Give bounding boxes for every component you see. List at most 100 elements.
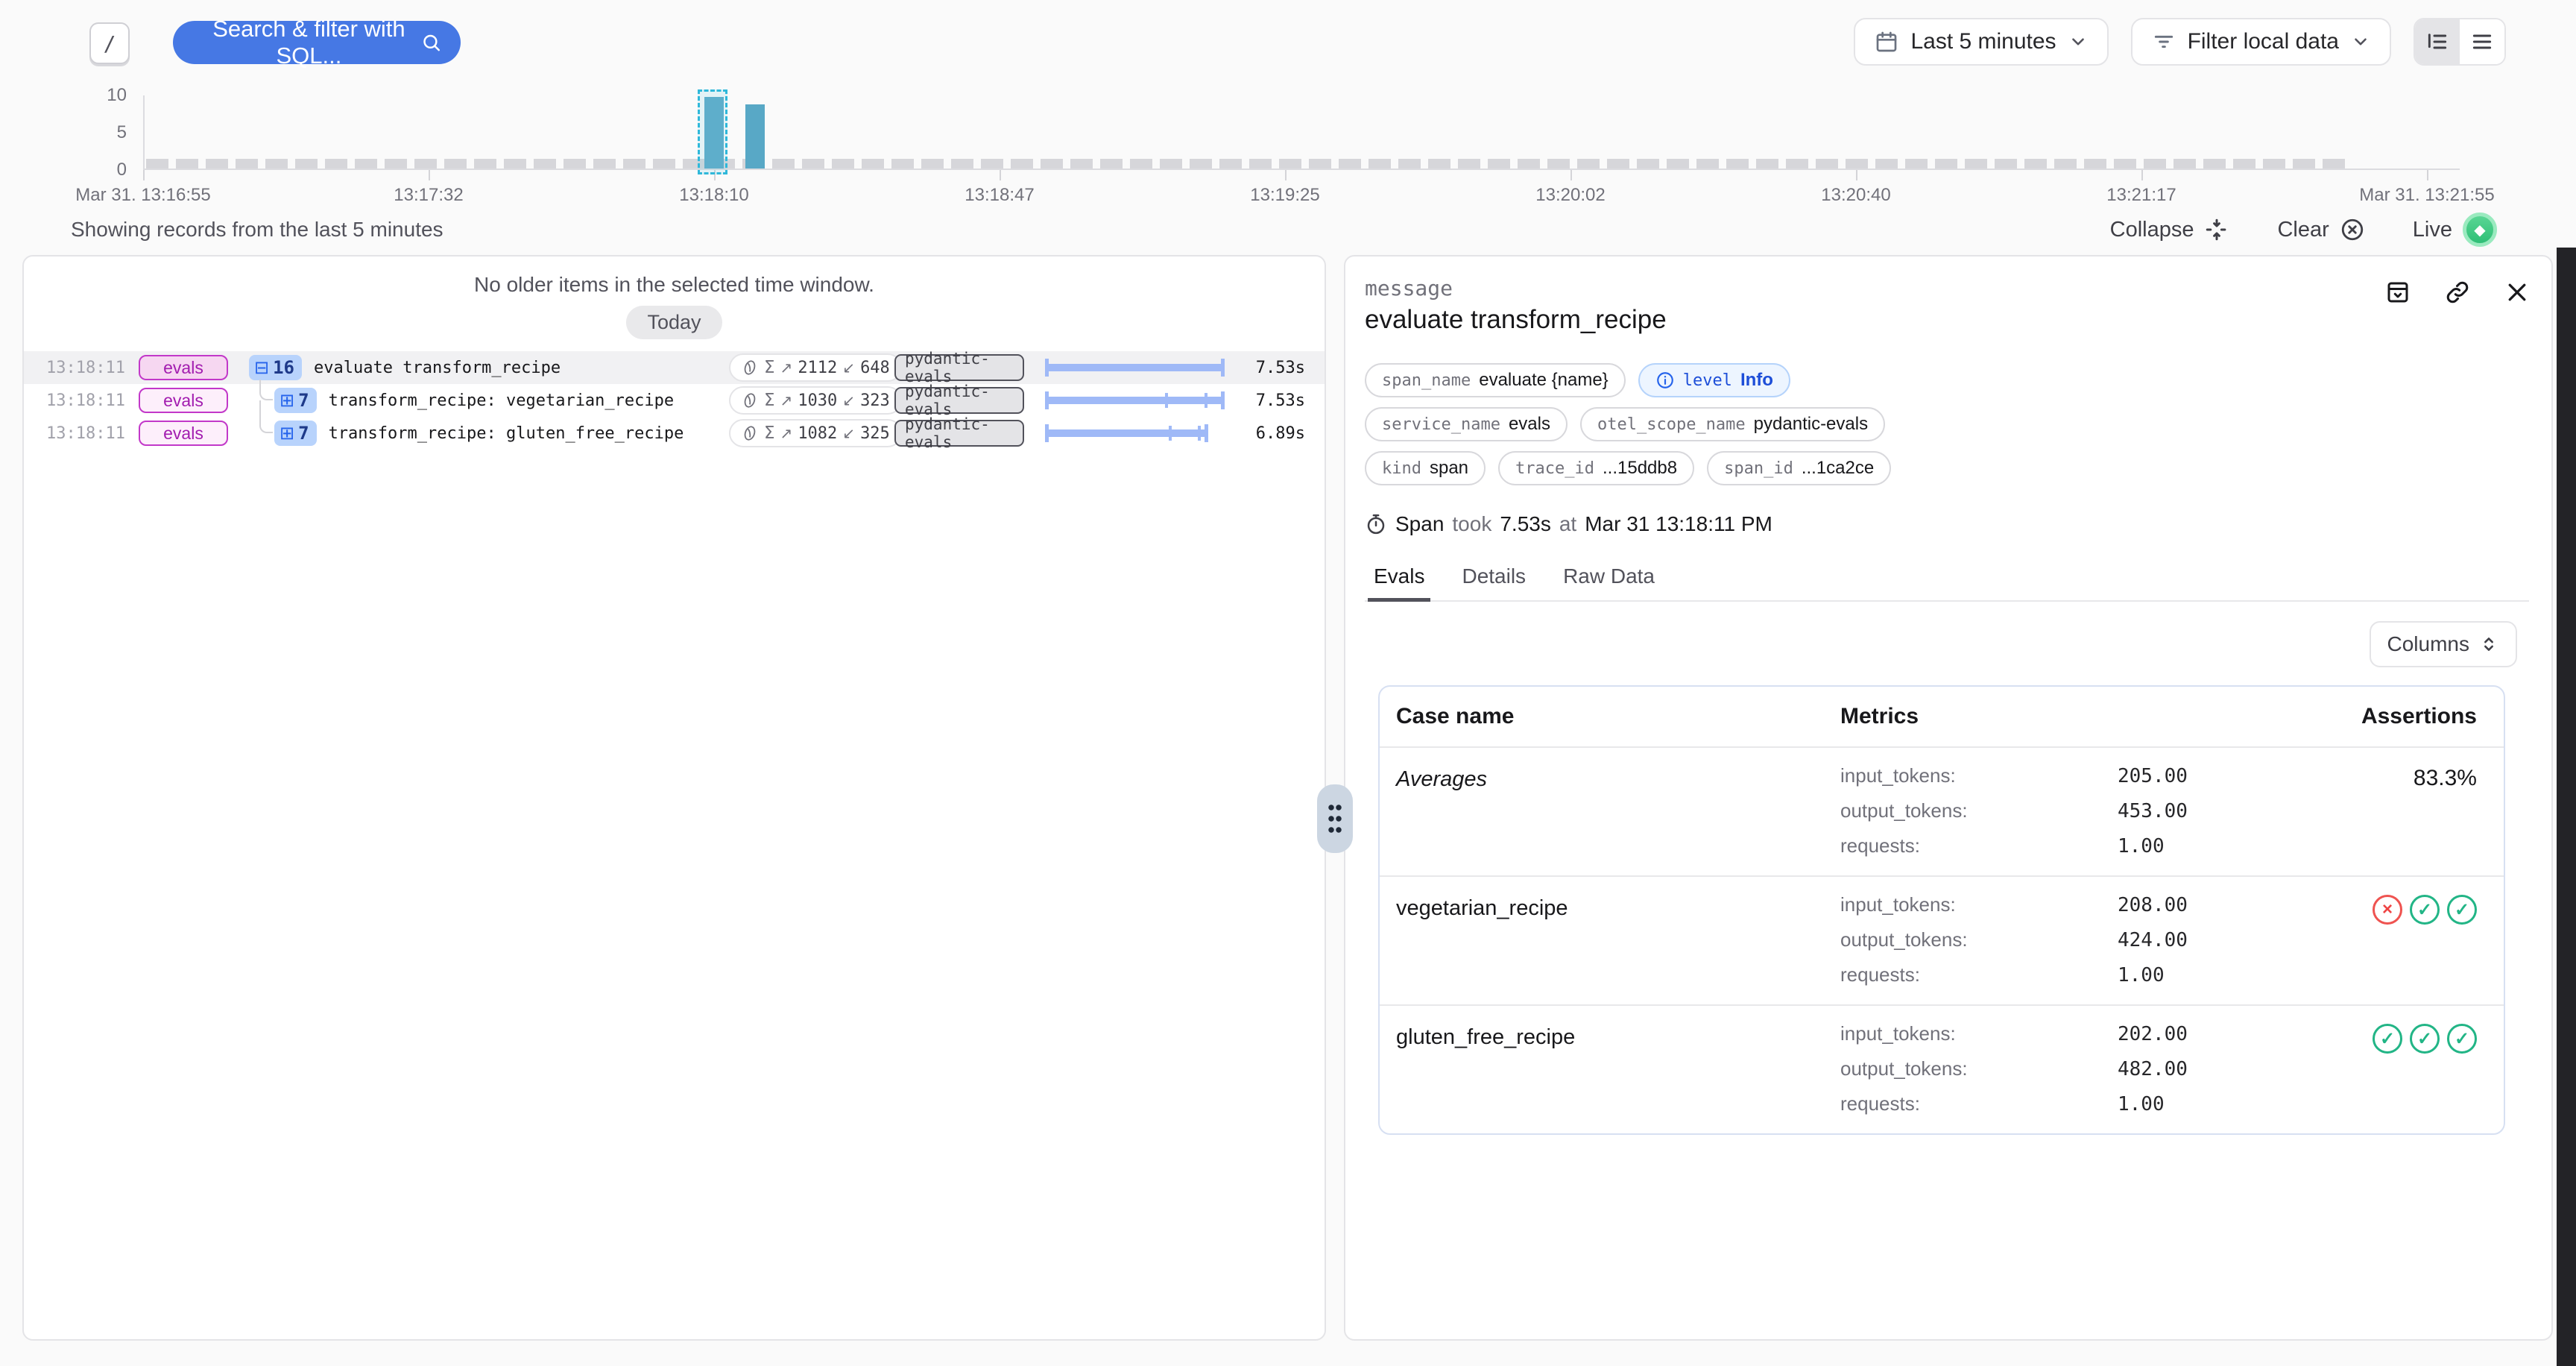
collapse-children-toggle[interactable]: ⊟ 16 [249, 355, 302, 380]
table-row[interactable]: Averages input_tokens:205.00 output_toke… [1380, 746, 2504, 875]
view-mode-segmented-control [2414, 18, 2506, 66]
case-name: vegetarian_recipe [1396, 893, 1840, 921]
assertions-cell: ×✓✓ [2291, 893, 2477, 925]
search-placeholder: Search & filter with SQL... [197, 16, 421, 69]
clear-button[interactable]: Clear [2277, 217, 2364, 242]
sort-chevrons-icon [2478, 634, 2499, 655]
calendar-icon [1875, 30, 1898, 54]
list-view-toggle[interactable] [2460, 19, 2504, 64]
table-row[interactable]: gluten_free_recipe input_tokens:202.00 o… [1380, 1004, 2504, 1133]
x-tick-mark [1570, 170, 1572, 180]
search-icon [421, 31, 441, 54]
attribute-chips: span_name evaluate {name} level Info ser… [1365, 363, 2529, 485]
filter-local-label: Filter local data [2188, 29, 2339, 54]
assertion-pass-icon: ✓ [2410, 895, 2440, 925]
dock-panel-button[interactable] [2384, 279, 2411, 306]
attribute-chip[interactable]: service_name evals [1365, 407, 1568, 441]
expand-toggle-icon: ⊞ [280, 424, 294, 442]
histogram-bar[interactable] [745, 104, 765, 169]
service-tag: evals [139, 421, 228, 446]
service-tag: evals [139, 355, 228, 380]
x-tick-mark [429, 170, 430, 180]
otel-scope-tag: pydantic-evals [894, 420, 1024, 447]
sigma-icon: Σ [764, 424, 775, 443]
date-badge: Today [626, 306, 722, 339]
metric-key: output_tokens: [1840, 928, 2118, 951]
token-usage-chip: Σ ↗ 1030 ↙ 323 [729, 386, 902, 415]
detail-panel-actions [2384, 279, 2531, 306]
service-tag: evals [139, 388, 228, 413]
top-toolbar: / Search & filter with SQL... Last 5 min… [0, 0, 2576, 86]
histogram-plot[interactable]: Mar 31. 13:16:5513:17:3213:18:1013:18:47… [143, 95, 2460, 170]
collapse-button[interactable]: Collapse [2110, 217, 2230, 242]
search-button[interactable]: Search & filter with SQL... [173, 21, 461, 64]
duration-text: 7.53s [1246, 391, 1305, 410]
attribute-chip[interactable]: otel_scope_name pydantic-evals [1580, 407, 1885, 441]
histogram-selection[interactable] [698, 89, 727, 174]
span-duration: 7.53s [1500, 512, 1551, 536]
attribute-chip[interactable]: span_id ...1ca2ce [1707, 451, 1891, 485]
tab-raw-data[interactable]: Raw Data [1562, 564, 1656, 600]
span-cell: ⊞ 7 transform_recipe: vegetarian_recipe [249, 384, 708, 417]
metric-key: requests: [1840, 834, 2118, 857]
trace-row[interactable]: 13:18:11 evals ⊟ 16 evaluate transform_r… [24, 351, 1325, 384]
table-row[interactable]: vegetarian_recipe input_tokens:208.00 ou… [1380, 875, 2504, 1004]
row-timestamp: 13:18:11 [46, 391, 118, 410]
copy-link-button[interactable] [2444, 279, 2471, 306]
info-icon [1655, 371, 1675, 390]
tree-view-toggle[interactable] [2415, 19, 2460, 64]
tab-details[interactable]: Details [1460, 564, 1527, 600]
output-tokens: 323 [860, 391, 890, 410]
expand-children-toggle[interactable]: ⊞ 7 [274, 388, 317, 413]
span-cell: ⊞ 7 transform_recipe: gluten_free_recipe [249, 417, 708, 450]
filter-local-dropdown[interactable]: Filter local data [2131, 18, 2391, 66]
metric-value: 482.00 [2118, 1058, 2291, 1080]
attribute-chip[interactable]: kind span [1365, 451, 1486, 485]
trace-row[interactable]: 13:18:11 evals ⊞ 7 transform_recipe: glu… [24, 417, 1325, 450]
panel-resize-handle[interactable] [1317, 784, 1353, 853]
input-arrow-icon: ↗ [780, 391, 793, 409]
app-window: / Search & filter with SQL... Last 5 min… [0, 0, 2576, 1366]
duration-bar [1045, 418, 1225, 448]
metric-value: 1.00 [2118, 835, 2291, 857]
record-kind-label: message [1365, 276, 2529, 300]
span-name: evaluate transform_recipe [314, 359, 561, 377]
assertion-pass-icon: ✓ [2447, 1024, 2477, 1054]
output-tokens: 325 [860, 424, 890, 443]
trace-rows: 13:18:11 evals ⊟ 16 evaluate transform_r… [24, 351, 1325, 450]
attribute-chip[interactable]: span_name evaluate {name} [1365, 363, 1626, 397]
x-axis-label: 13:20:02 [1535, 185, 1605, 206]
coin-icon [741, 391, 759, 409]
empty-buckets-strip [146, 159, 2345, 169]
slash-shortcut-key: / [89, 22, 130, 64]
attribute-chip[interactable]: trace_id ...15ddb8 [1498, 451, 1694, 485]
assertion-fail-icon: × [2373, 895, 2402, 925]
metric-key: input_tokens: [1840, 1022, 2118, 1045]
input-arrow-icon: ↗ [780, 424, 793, 442]
metric-key: input_tokens: [1840, 764, 2118, 787]
row-timestamp: 13:18:11 [46, 424, 118, 443]
time-range-dropdown[interactable]: Last 5 minutes [1854, 18, 2108, 66]
x-axis-label: 13:19:25 [1250, 185, 1319, 206]
tab-evals[interactable]: Evals [1372, 564, 1426, 600]
close-panel-button[interactable] [2504, 279, 2531, 306]
column-header-assertions: Assertions [2291, 704, 2477, 729]
chip-key: trace_id [1515, 459, 1594, 478]
output-arrow-icon: ↙ [842, 424, 855, 442]
x-axis-label: 13:20:40 [1821, 185, 1890, 206]
trace-row[interactable]: 13:18:11 evals ⊞ 7 transform_recipe: veg… [24, 384, 1325, 417]
otel-scope-tag: pydantic-evals [894, 387, 1024, 414]
column-header-case-name: Case name [1396, 704, 1840, 729]
x-axis-label: Mar 31. 13:21:55 [2359, 185, 2494, 206]
sigma-icon: Σ [764, 391, 775, 410]
metrics-cell: input_tokens:205.00 output_tokens:453.00… [1840, 764, 2291, 857]
live-button[interactable]: Live ◆ [2413, 213, 2497, 247]
columns-button[interactable]: Columns [2370, 621, 2517, 667]
expand-children-toggle[interactable]: ⊞ 7 [274, 421, 317, 446]
case-name: gluten_free_recipe [1396, 1022, 1840, 1050]
x-tick-mark [1285, 170, 1287, 180]
level-chip[interactable]: level Info [1638, 363, 1790, 397]
input-tokens: 1082 [798, 424, 837, 443]
x-tick-mark [2141, 170, 2143, 180]
row-timestamp: 13:18:11 [46, 359, 118, 377]
